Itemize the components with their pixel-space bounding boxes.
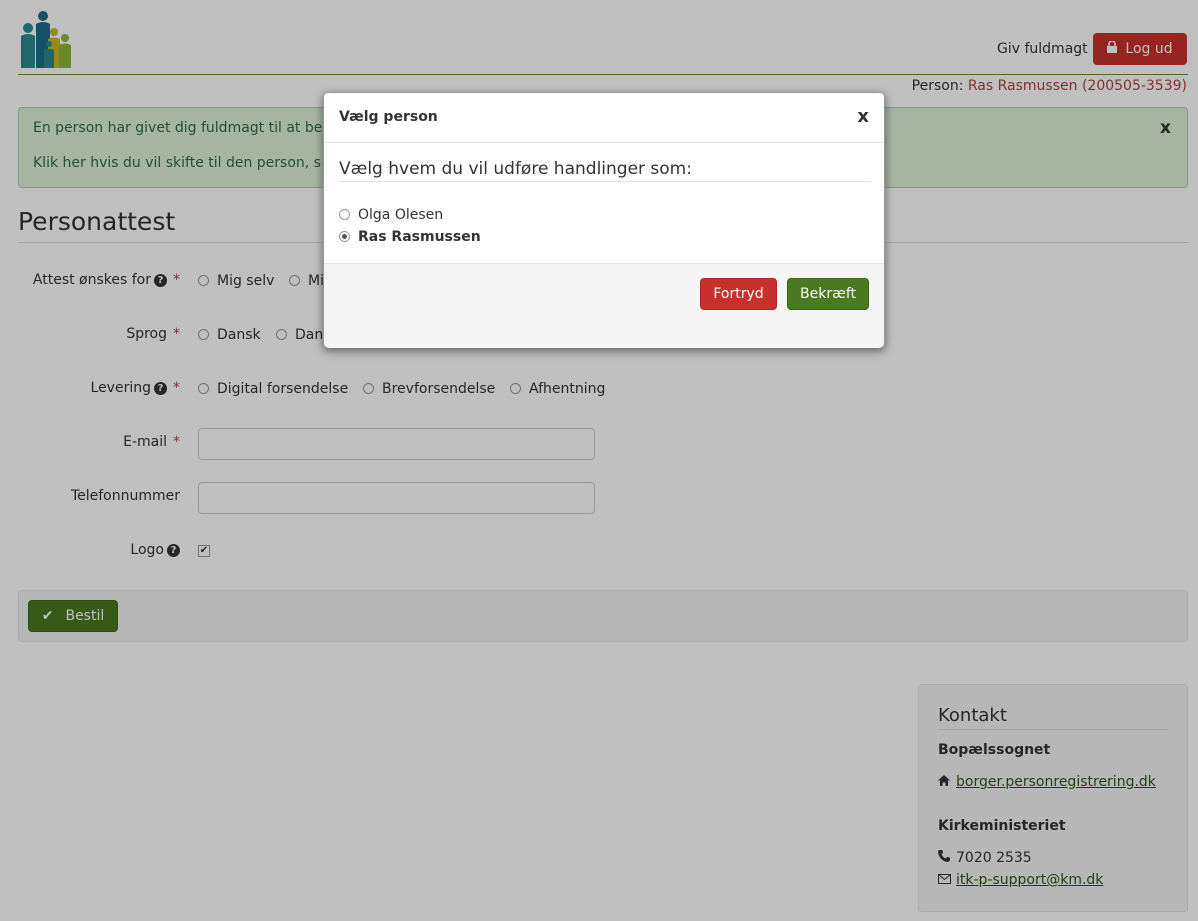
modal-close-icon[interactable]: x (857, 106, 869, 127)
modal-prompt: Vælg hvem du vil udføre handlinger som: (339, 159, 692, 179)
modal-title: Vælg person (339, 109, 438, 125)
select-person-modal: Vælg person x Vælg hvem du vil udføre ha… (323, 92, 885, 348)
person-choice-ras[interactable]: Ras Rasmussen (339, 229, 481, 245)
modal-footer: Fortryd Bekræft (324, 263, 884, 348)
radio-icon[interactable] (339, 209, 350, 220)
person-choice-olga[interactable]: Olga Olesen (339, 207, 443, 223)
modal-header: Vælg person x (324, 93, 884, 143)
confirm-button[interactable]: Bekræft (787, 278, 869, 310)
prompt-divider (339, 181, 871, 182)
radio-selected-icon[interactable] (339, 231, 350, 242)
cancel-button[interactable]: Fortryd (700, 278, 777, 310)
